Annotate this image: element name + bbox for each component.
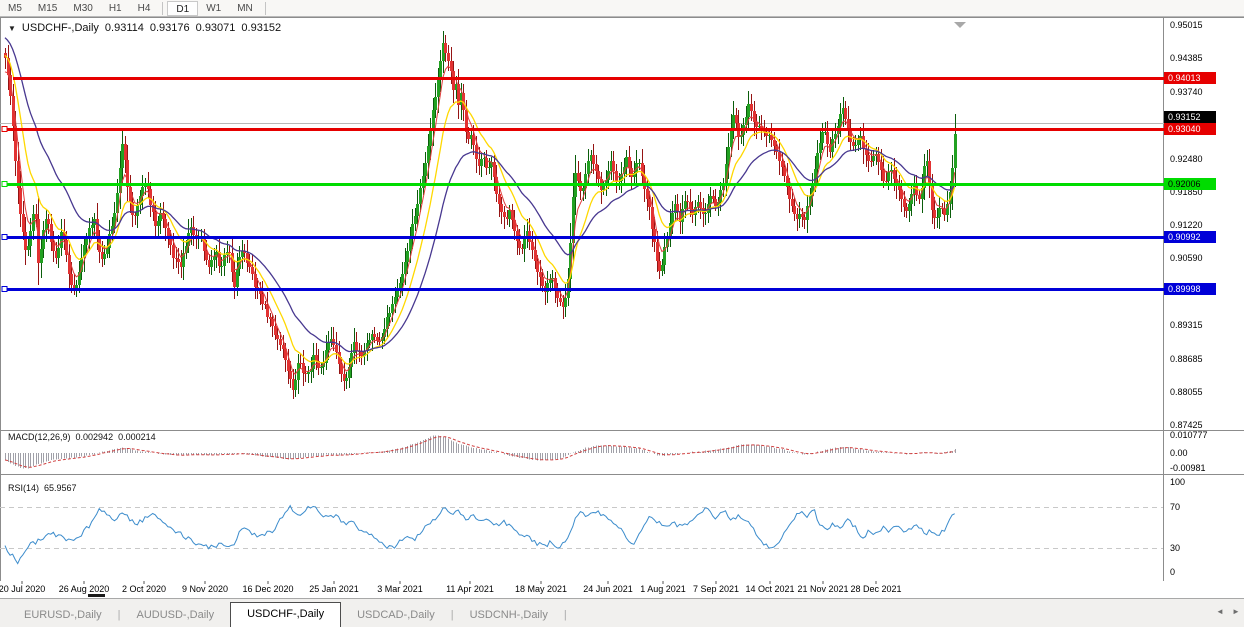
date-label: 11 Apr 2021 [446, 584, 494, 594]
timeframe-button-d1[interactable]: D1 [167, 1, 198, 16]
price-tick: 0.90590 [1170, 253, 1240, 263]
date-label: 3 Mar 2021 [377, 584, 423, 594]
chart-canvas[interactable] [0, 17, 1244, 581]
macd-name: MACD(12,26,9) [8, 432, 71, 442]
timeframe-button-m15[interactable]: M15 [30, 1, 65, 16]
level-badge: 0.94013 [1164, 72, 1216, 84]
timeframe-button-mn[interactable]: MN [229, 1, 261, 16]
macd-signal-value: 0.000214 [118, 432, 156, 442]
current-price-badge: 0.93152 [1164, 111, 1216, 123]
date-label: 1 Aug 2021 [640, 584, 686, 594]
h-scrollbar-thumb[interactable] [88, 594, 105, 597]
date-label: 26 Aug 2020 [59, 584, 110, 594]
price-tick: 0.93740 [1170, 87, 1240, 97]
timeframe-button-h4[interactable]: H4 [130, 1, 159, 16]
tab-audusd-daily[interactable]: AUDUSD-,Daily [120, 605, 230, 627]
date-label: 14 Oct 2021 [745, 584, 794, 594]
timeframe-toolbar: M5M15M30H1H4 D1W1MN [0, 0, 1244, 17]
chart-menu-icon[interactable]: ▼ [8, 24, 16, 33]
mt4-window: M5M15M30H1H4 D1W1MN ▼ USDCHF-,Daily 0.931… [0, 0, 1244, 627]
date-label: 28 Dec 2021 [850, 584, 901, 594]
scroll-tabs-left-icon[interactable]: ◄ [1216, 607, 1224, 616]
chart-symbol-label: USDCHF-,Daily [22, 22, 99, 34]
macd-label: MACD(12,26,9) 0.002942 0.000214 [8, 432, 156, 442]
level-badge: 0.89998 [1164, 283, 1216, 295]
level-badge: 0.90992 [1164, 231, 1216, 243]
price-tick: 0.87425 [1170, 420, 1240, 430]
ohlc-high: 0.93176 [150, 22, 190, 34]
date-label: 20 Jul 2020 [0, 584, 45, 594]
scroll-tabs-right-icon[interactable]: ► [1232, 607, 1240, 616]
date-label: 7 Sep 2021 [693, 584, 739, 594]
price-tick: 0.89315 [1170, 320, 1240, 330]
date-label: 16 Dec 2020 [242, 584, 293, 594]
date-label: 21 Nov 2021 [797, 584, 848, 594]
tab-usdchf-daily[interactable]: USDCHF-,Daily [230, 602, 341, 627]
macd-scale-tick: 0.00 [1170, 448, 1240, 458]
rsi-scale-tick: 0 [1170, 567, 1240, 577]
timeframe-button-m30[interactable]: M30 [65, 1, 100, 16]
toolbar-separator [265, 2, 266, 15]
timeframe-button-m5[interactable]: M5 [0, 1, 30, 16]
tab-usdcnh-daily[interactable]: USDCNH-,Daily [454, 605, 564, 627]
chart-title: ▼ USDCHF-,Daily 0.93114 0.93176 0.93071 … [8, 22, 281, 34]
rsi-name: RSI(14) [8, 483, 39, 493]
macd-scale-tick: -0.00981 [1170, 463, 1240, 473]
price-tick: 0.88055 [1170, 387, 1240, 397]
rsi-label: RSI(14) 65.9567 [8, 483, 77, 493]
price-tick: 0.95015 [1170, 20, 1240, 30]
rsi-scale-tick: 70 [1170, 502, 1240, 512]
date-label: 9 Nov 2020 [182, 584, 228, 594]
macd-scale-tick: 0.010777 [1170, 430, 1240, 440]
timeframe-button-h1[interactable]: H1 [101, 1, 130, 16]
date-label: 2 Oct 2020 [122, 584, 166, 594]
macd-value: 0.002942 [76, 432, 114, 442]
price-tick: 0.94385 [1170, 53, 1240, 63]
date-label: 24 Jun 2021 [583, 584, 633, 594]
date-label: 25 Jan 2021 [309, 584, 359, 594]
ohlc-low: 0.93071 [196, 22, 236, 34]
rsi-value: 65.9567 [44, 483, 77, 493]
chart-tab-bar: EURUSD-,Daily | AUDUSD-,DailyUSDCHF-,Daily… [0, 598, 1244, 627]
level-badge: 0.93040 [1164, 123, 1216, 135]
ohlc-close: 0.93152 [241, 22, 281, 34]
toolbar-separator [162, 2, 163, 15]
timeframe-button-w1[interactable]: W1 [198, 1, 229, 16]
tab-eurusd-daily[interactable]: EURUSD-,Daily [8, 605, 118, 627]
ohlc-open: 0.93114 [105, 22, 144, 34]
price-tick: 0.92480 [1170, 154, 1240, 164]
date-label: 18 May 2021 [515, 584, 567, 594]
rsi-scale-tick: 100 [1170, 477, 1240, 487]
rsi-scale-tick: 30 [1170, 543, 1240, 553]
tab-separator: | [564, 605, 567, 627]
level-badge: 0.92006 [1164, 178, 1216, 190]
price-tick: 0.91220 [1170, 220, 1240, 230]
tab-usdcad-daily[interactable]: USDCAD-,Daily [341, 605, 451, 627]
price-tick: 0.88685 [1170, 354, 1240, 364]
